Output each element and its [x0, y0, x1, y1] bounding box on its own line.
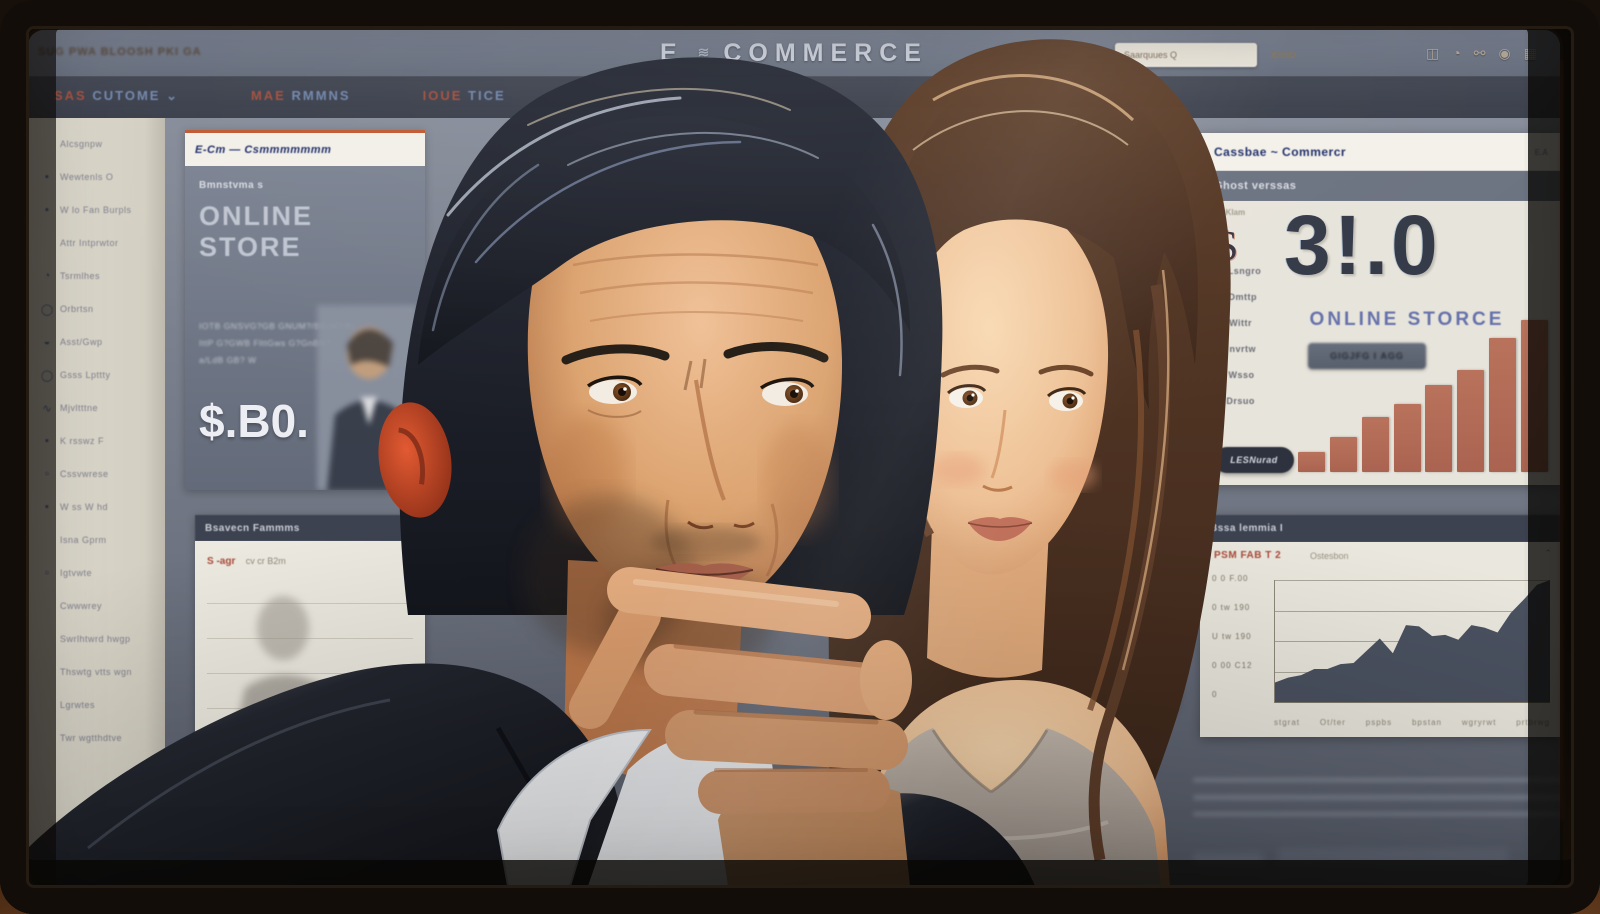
screen-edge-glow-right	[1560, 60, 1563, 820]
man-illustration	[28, 57, 1035, 886]
monitor-screen: SUG PWA BLOOSH PKI GA E ≋ COMMERCE Ghxno…	[28, 30, 1560, 886]
screen-edge-glow-left	[26, 40, 28, 830]
foreground-illustration	[28, 30, 1560, 886]
